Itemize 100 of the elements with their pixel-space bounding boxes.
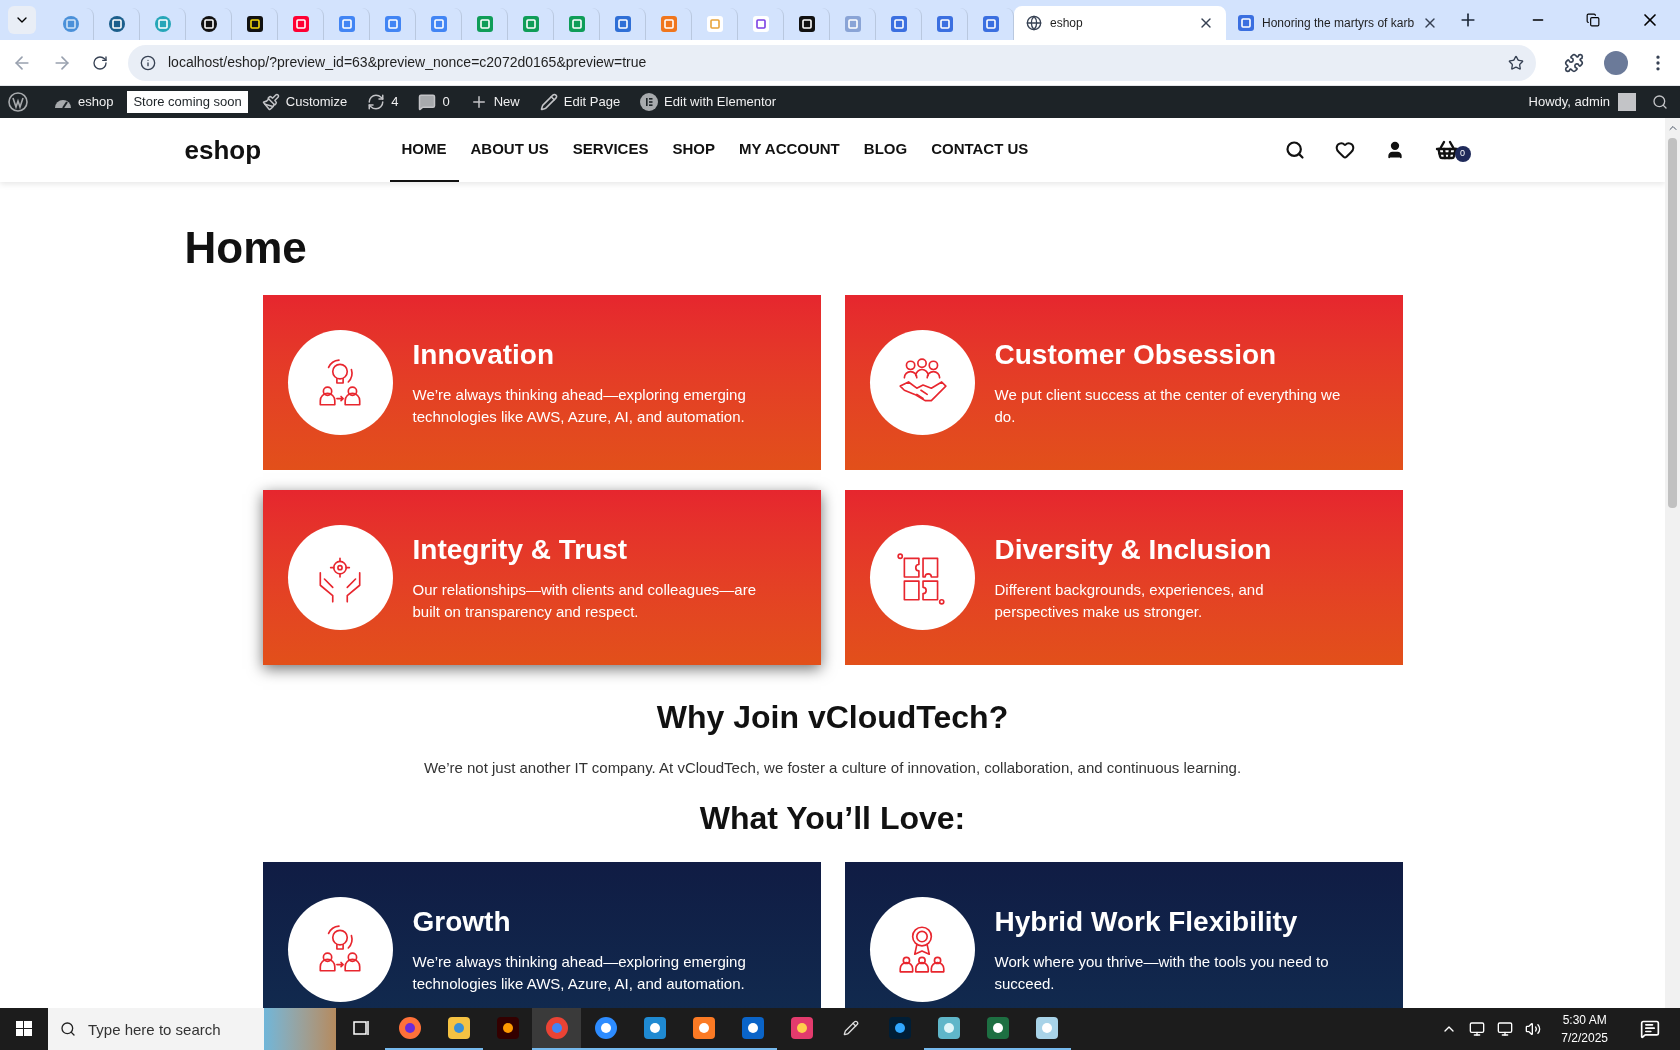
cart-icon[interactable] [1434,138,1459,162]
address-bar[interactable]: localhost/eshop/?preview_id=63&preview_nonce=c2072d0165&preview=true [128,44,1536,81]
favicon-icon [246,16,263,32]
wordpress-logo-icon[interactable] [8,92,28,112]
heart-icon[interactable] [1334,140,1355,160]
app-icon [887,1016,912,1040]
favicon-icon [706,16,723,32]
card-title: Diversity & Inclusion [994,533,1273,567]
favicon-icon [338,16,355,32]
favicon-icon [568,16,585,32]
favicon-icon [798,16,815,32]
restore-icon[interactable] [1586,13,1600,27]
card-title: Integrity & Trust [412,533,629,567]
tab-title: Honoring the martyrs of karb [1262,15,1415,32]
account-menu[interactable]: Howdy, admin [1528,92,1636,112]
tab-title: eshop [1050,15,1084,32]
favicon-icon [200,16,217,32]
card-title: Growth [412,904,512,939]
globe-icon [1026,15,1042,31]
admin-bar-link[interactable]: Edit with Elementor [634,92,783,112]
reload-icon[interactable] [92,54,108,71]
app-icon [593,1016,618,1040]
browser-tab[interactable]: Honoring the martyrs of karb [1226,6,1451,40]
card-text: We’re always thinking ahead—exploring emerging technologies like AWS, Azure, AI, and automation. [412,385,747,427]
comment-icon [418,93,437,111]
card-text: Our relationships—with clients and colleagues—are built on transparency and respect. [412,580,757,622]
mail-icon [740,1016,765,1040]
site-info-icon[interactable] [140,54,156,71]
profile-avatar[interactable] [1604,50,1628,75]
volume-icon[interactable] [1525,1021,1542,1037]
card-text: Work where you thrive—with the tools you need to succeed. [994,951,1330,994]
app-icon [691,1016,716,1040]
search-icon[interactable] [1652,94,1668,110]
pen-icon [842,1020,859,1036]
admin-bar-link[interactable]: eshop [48,92,120,112]
browser-tab[interactable]: eshop [1014,6,1226,40]
favicon-icon [154,16,171,32]
app-icon [789,1016,814,1040]
clock-time: 5:30 AM [1562,1012,1607,1029]
clock[interactable]: 5:30 AM 7/2/2025 [1553,1011,1616,1047]
spreadsheet-icon [985,1016,1010,1040]
admin-bar-link[interactable]: Edit Page [533,92,627,112]
section-heading: What You’ll Love: [698,798,967,838]
search-icon[interactable] [1284,140,1305,160]
favicon-icon [660,16,677,32]
card-text: Different backgrounds, experiences, and perspectives make us stronger. [994,580,1265,622]
favicon-icon [844,16,861,32]
search-input[interactable]: Type here to search [88,1008,264,1050]
favicon-icon [62,16,79,32]
card-text: We put client success at the center of everything we do. [994,385,1342,427]
browser-icon [397,1016,422,1040]
refresh-icon [367,93,386,111]
card-title: Customer Obsession [994,338,1278,372]
card-text: We’re always thinking ahead—exploring emerging technologies like AWS, Azure, AI, and automation. [412,951,747,994]
nav-link[interactable]: BLOG [851,118,920,182]
favicon-icon [890,16,907,32]
bookmark-star-icon[interactable] [1508,54,1524,71]
admin-bar-link[interactable]: New [463,92,526,112]
search-icon [60,1021,76,1037]
nav-link[interactable]: ABOUT US [458,118,561,182]
card-title: Hybrid Work Flexibility [994,904,1299,939]
url-text: localhost/eshop/?preview_id=63&preview_nonce=c2072d0165&preview=true [168,53,648,72]
favicon-icon [1238,15,1254,31]
favicon-icon [292,16,309,32]
nav-link[interactable]: SHOP [660,118,727,182]
page-title: Home [184,226,308,270]
store-status-badge: Store coming soon [127,91,248,113]
tab-search-button[interactable] [8,6,36,34]
cart-count-badge: 0 [1454,146,1471,162]
favicon-icon [430,16,447,32]
favicon-icon [384,16,401,32]
notepad-icon [1034,1016,1059,1040]
admin-bar-link[interactable]: 4 [361,92,405,112]
browser-icon [544,1016,569,1040]
gem-icon [936,1016,961,1040]
brush-icon [261,93,280,111]
favicon-icon [522,16,539,32]
favicon-icon [476,16,493,32]
favicon-icon [936,16,953,32]
admin-bar-link[interactable]: Customize [255,92,354,112]
nav-link[interactable]: HOME [389,118,459,182]
nav-link[interactable]: CONTACT US [919,118,1041,182]
elementor-logo-icon [640,93,659,111]
favicon-icon [752,16,769,32]
scrollbar[interactable] [1665,118,1680,1008]
admin-bar-link[interactable]: 0 [412,92,456,112]
favicon-icon [108,16,125,32]
clock-date: 7/2/2025 [1561,1030,1608,1047]
extensions-icon[interactable] [1564,52,1584,73]
nav-link[interactable]: SERVICES [560,118,661,182]
favicon-icon [614,16,631,32]
app-icon [495,1016,520,1040]
nav-link[interactable]: MY ACCOUNT [726,118,852,182]
notifications-icon[interactable] [1640,1019,1660,1039]
network-icon[interactable] [1469,1021,1486,1037]
code-editor-icon [642,1016,667,1040]
search-highlight-illustration [264,1008,336,1050]
display-icon[interactable] [1497,1021,1514,1037]
taskbar-search-box[interactable]: Type here to search [48,1008,336,1050]
folder-icon [446,1016,471,1040]
